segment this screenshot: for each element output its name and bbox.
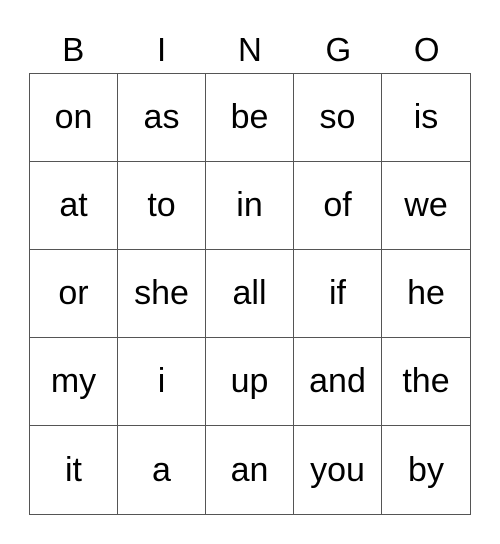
header-letter-b: B bbox=[62, 31, 85, 68]
bingo-cell[interactable]: it bbox=[30, 426, 118, 514]
bingo-cell[interactable]: a bbox=[118, 426, 206, 514]
bingo-cell[interactable]: as bbox=[118, 74, 206, 162]
header-letter-i: I bbox=[157, 31, 167, 68]
bingo-cell[interactable]: i bbox=[118, 338, 206, 426]
bingo-cell[interactable]: at bbox=[30, 162, 118, 250]
bingo-cell[interactable]: be bbox=[206, 74, 294, 162]
bingo-cell[interactable]: you bbox=[294, 426, 382, 514]
bingo-header: B I N G O bbox=[29, 28, 471, 72]
bingo-cell[interactable]: and bbox=[294, 338, 382, 426]
bingo-cell[interactable]: by bbox=[382, 426, 470, 514]
bingo-cell[interactable]: she bbox=[118, 250, 206, 338]
bingo-cell[interactable]: an bbox=[206, 426, 294, 514]
bingo-cell[interactable]: we bbox=[382, 162, 470, 250]
bingo-cell[interactable]: up bbox=[206, 338, 294, 426]
bingo-cell[interactable]: if bbox=[294, 250, 382, 338]
bingo-cell[interactable]: or bbox=[30, 250, 118, 338]
bingo-cell[interactable]: of bbox=[294, 162, 382, 250]
bingo-cell[interactable]: all bbox=[206, 250, 294, 338]
bingo-cell[interactable]: he bbox=[382, 250, 470, 338]
bingo-cell[interactable]: so bbox=[294, 74, 382, 162]
bingo-cell[interactable]: on bbox=[30, 74, 118, 162]
bingo-cell[interactable]: is bbox=[382, 74, 470, 162]
bingo-cell[interactable]: the bbox=[382, 338, 470, 426]
bingo-cell[interactable]: to bbox=[118, 162, 206, 250]
header-letter-n: N bbox=[238, 31, 262, 68]
header-letter-g: G bbox=[325, 31, 352, 68]
header-letter-o: O bbox=[413, 31, 440, 68]
bingo-card-grid: on as be so is at to in of we or she all… bbox=[29, 73, 471, 515]
bingo-cell[interactable]: my bbox=[30, 338, 118, 426]
bingo-cell[interactable]: in bbox=[206, 162, 294, 250]
